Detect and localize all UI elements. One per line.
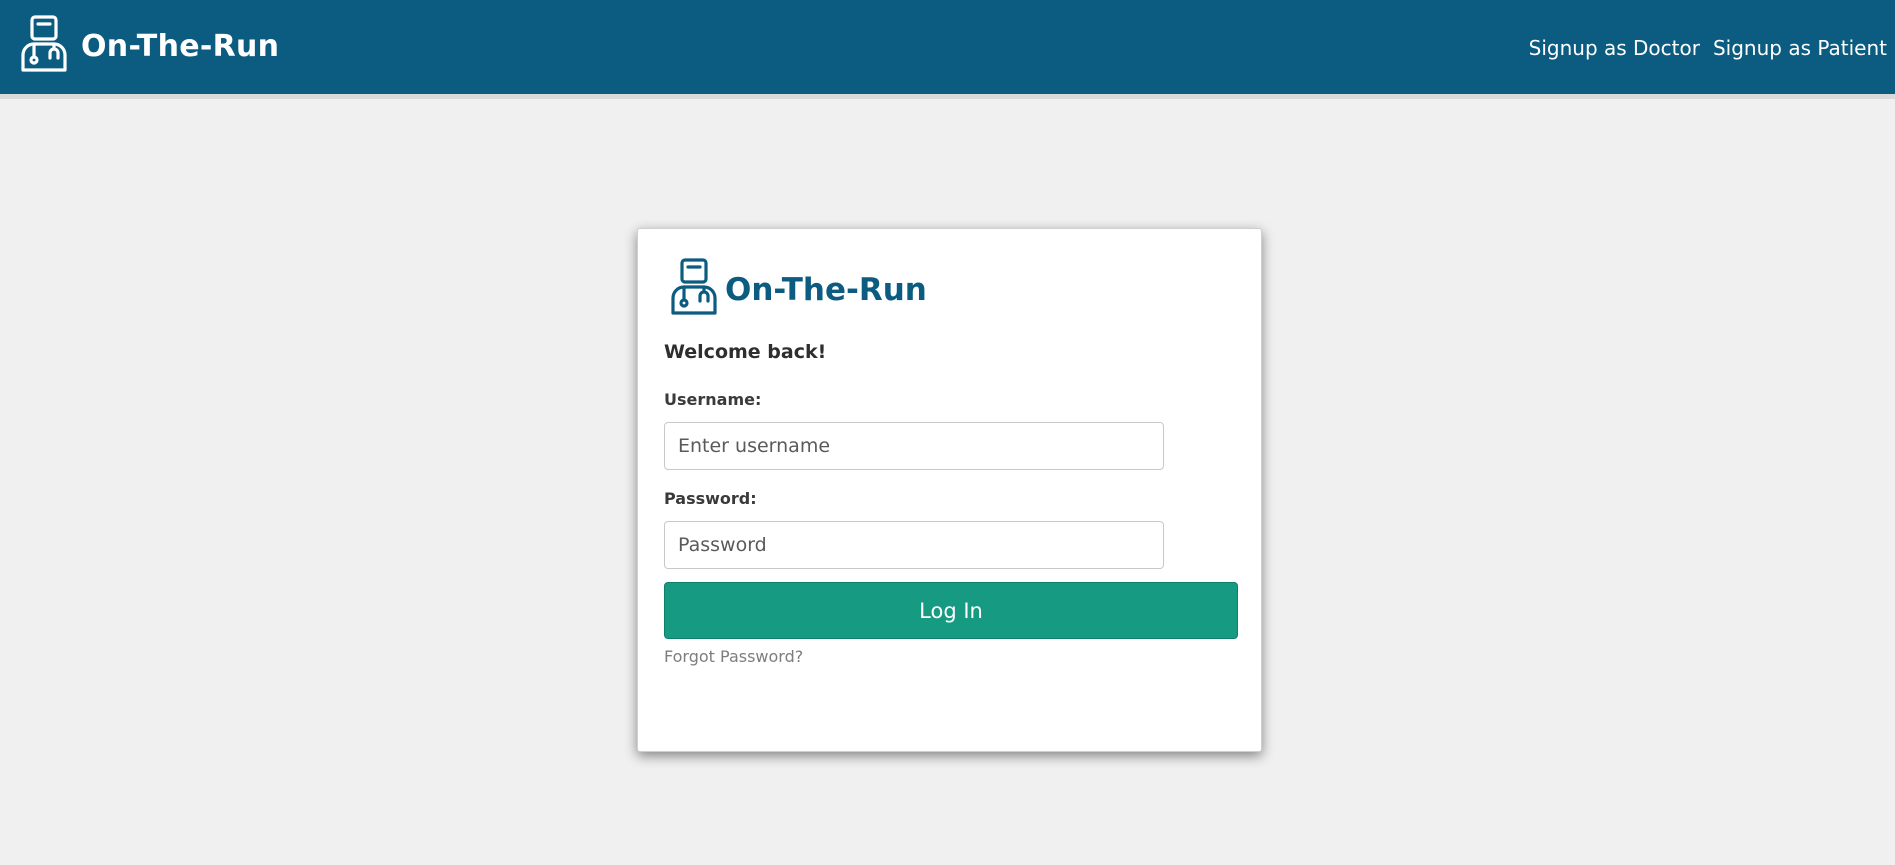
password-input[interactable] bbox=[664, 521, 1164, 569]
header-nav: Signup as Doctor Signup as Patient bbox=[1529, 36, 1887, 60]
signup-patient-link[interactable]: Signup as Patient bbox=[1713, 36, 1887, 60]
card-brand-name: On-The-Run bbox=[725, 271, 927, 308]
username-input[interactable] bbox=[664, 422, 1164, 470]
doctor-icon bbox=[17, 15, 71, 72]
welcome-heading: Welcome back! bbox=[664, 341, 827, 363]
brand-home-link[interactable]: On-The-Run bbox=[17, 15, 279, 72]
top-navbar: On-The-Run Signup as Doctor Signup as Pa… bbox=[0, 0, 1895, 99]
login-card: On-The-Run Welcome back! Username: Passw… bbox=[637, 228, 1262, 752]
login-button[interactable]: Log In bbox=[664, 582, 1238, 639]
card-logo: On-The-Run bbox=[667, 258, 927, 315]
password-label: Password: bbox=[664, 489, 757, 508]
doctor-icon bbox=[667, 258, 721, 315]
brand-name: On-The-Run bbox=[81, 29, 280, 64]
username-label: Username: bbox=[664, 390, 762, 409]
signup-doctor-link[interactable]: Signup as Doctor bbox=[1529, 36, 1700, 60]
forgot-password-link[interactable]: Forgot Password? bbox=[664, 647, 803, 666]
